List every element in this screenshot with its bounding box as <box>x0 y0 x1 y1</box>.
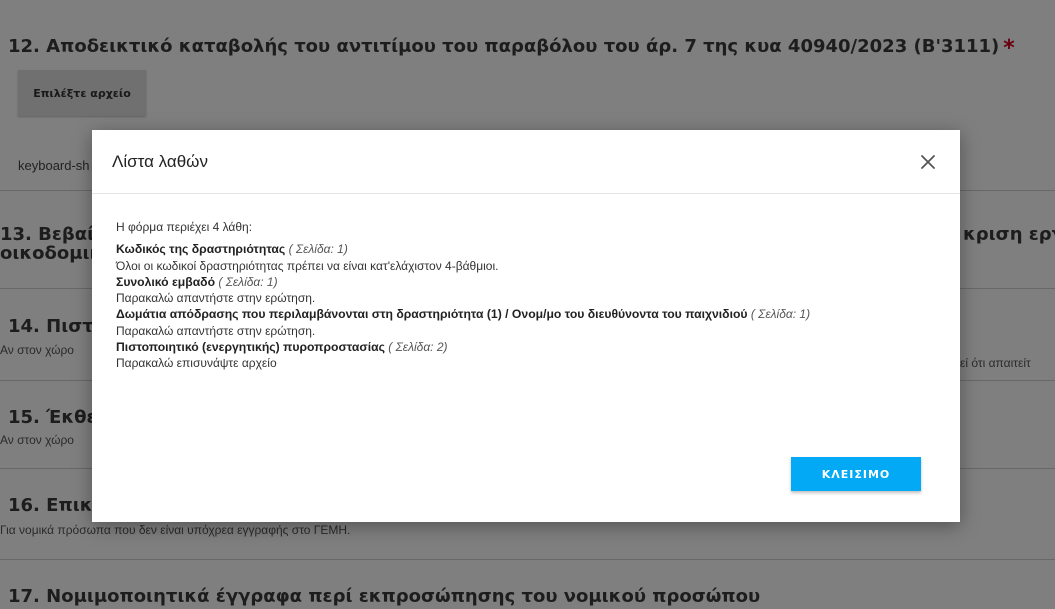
error-page-ref: ( Σελίδα: 1) <box>288 242 348 257</box>
error-field-name: Πιστοποιητικό (ενεργητικής) πυροπροστασί… <box>116 340 385 355</box>
dialog-title: Λίστα λαθών <box>112 152 208 171</box>
dialog-header: Λίστα λαθών <box>92 130 960 194</box>
error-field-name: Κωδικός της δραστηριότητας <box>116 242 286 257</box>
error-field-line: Πιστοποιητικό (ενεργητικής) πυροπροστασί… <box>116 339 946 355</box>
error-field-line: Κωδικός της δραστηριότητας ( Σελίδα: 1) <box>116 241 946 257</box>
error-field-name: Συνολικό εμβαδό <box>116 274 216 289</box>
error-page-ref: ( Σελίδα: 1) <box>750 307 811 322</box>
error-summary: Η φόρμα περιέχει 4 λάθη: <box>116 220 253 234</box>
error-field-name: Δωμάτια απόδρασης που περιλαμβάνονται στ… <box>116 307 748 322</box>
error-message: Παρακαλώ απαντήστε στην ερώτηση. <box>116 323 316 338</box>
error-field-line: Δωμάτια απόδρασης που περιλαμβάνονται στ… <box>116 306 946 322</box>
close-icon[interactable] <box>918 152 938 172</box>
error-list-dialog: Λίστα λαθών Η φόρμα περιέχει 4 λάθη: Κωδ… <box>92 130 960 522</box>
error-field-line: Συνολικό εμβαδό ( Σελίδα: 1) <box>116 274 946 290</box>
close-button[interactable]: ΚΛΕΙΣΙΜΟ <box>791 457 921 491</box>
error-message: Παρακαλώ απαντήστε στην ερώτηση. <box>116 291 316 306</box>
error-message: Όλοι οι κωδικοί δραστηριότητας πρέπει να… <box>116 258 499 273</box>
dialog-body: Η φόρμα περιέχει 4 λάθη: Κωδικός της δρα… <box>116 219 946 372</box>
error-page-ref: ( Σελίδα: 1) <box>218 274 278 289</box>
error-page-ref: ( Σελίδα: 2) <box>388 340 448 355</box>
error-message: Παρακαλώ επισυνάψτε αρχείο <box>116 356 277 371</box>
